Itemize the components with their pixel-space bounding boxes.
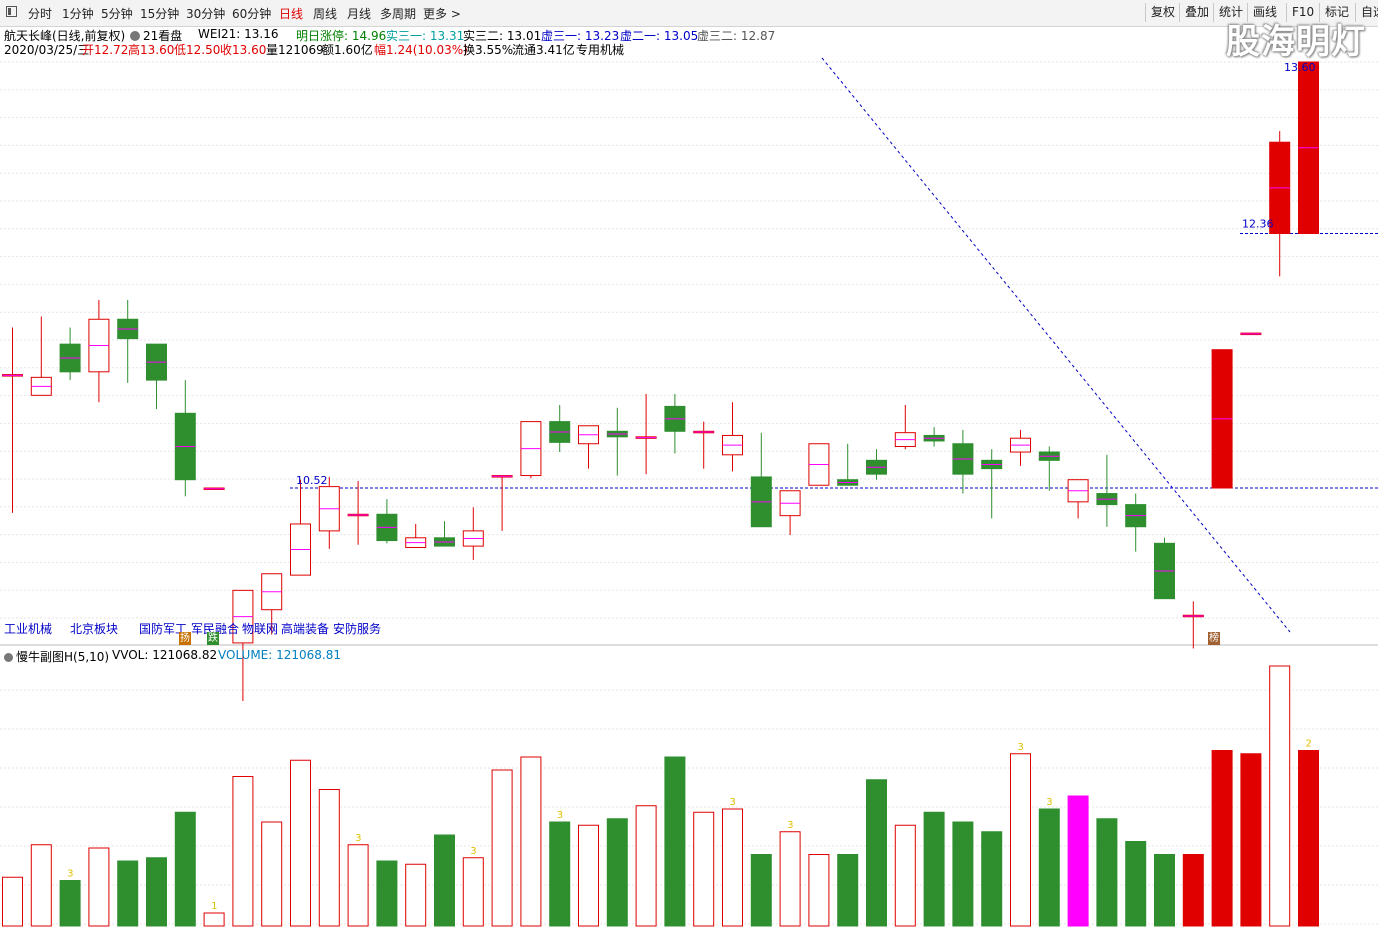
volume-count-label: 3 bbox=[470, 846, 476, 857]
volume-bar bbox=[434, 834, 455, 927]
volume-bar bbox=[635, 805, 657, 927]
volume-bar bbox=[1182, 854, 1204, 927]
sector-link-iot[interactable]: 物联网 bbox=[242, 620, 278, 637]
sub-chart-toggle[interactable]: 慢牛副图H(5,10) bbox=[4, 648, 109, 665]
price-label-mid: 12.36 bbox=[1242, 218, 1274, 231]
volume-bar bbox=[59, 880, 81, 927]
watermark-logo: 股海明灯 bbox=[1226, 22, 1366, 62]
kline-chart[interactable]: 10.5212.3613.603133333332 bbox=[0, 0, 1378, 930]
volume-count-label: 1 bbox=[211, 901, 217, 912]
volume-count-label: 3 bbox=[355, 833, 361, 844]
volume-bar bbox=[174, 811, 196, 927]
sector-link-security[interactable]: 安防服务 bbox=[333, 620, 381, 637]
volume-bar bbox=[520, 756, 542, 927]
volume-bar bbox=[88, 847, 110, 927]
volume-bar bbox=[491, 769, 513, 927]
volume-bar bbox=[146, 857, 167, 927]
volume-count-label: 3 bbox=[67, 869, 73, 880]
volume-bar bbox=[405, 863, 427, 927]
sector-link-beijing[interactable]: 北京板块 bbox=[70, 620, 118, 637]
volume-count-label: 3 bbox=[557, 810, 563, 821]
vvol-value: VVOL: 121068.82 bbox=[112, 648, 218, 662]
event-marker-bang[interactable]: 榜 bbox=[1208, 632, 1220, 645]
volume-bar bbox=[722, 808, 743, 927]
indicator-title: 慢牛副图H(5,10) bbox=[16, 650, 110, 664]
volume-bar bbox=[750, 854, 772, 927]
volume-value: VOLUME: 121068.81 bbox=[218, 648, 341, 662]
volume-count-label: 3 bbox=[787, 820, 793, 831]
volume-bar bbox=[837, 854, 859, 927]
volume-bar bbox=[866, 779, 887, 927]
chevron-down-icon bbox=[4, 653, 13, 662]
volume-bar bbox=[693, 811, 715, 927]
sector-link-industrial[interactable]: 工业机械 bbox=[4, 620, 52, 637]
volume-bar bbox=[261, 821, 283, 927]
volume-bar bbox=[1211, 750, 1233, 927]
volume-bar bbox=[117, 860, 139, 927]
volume-bar bbox=[376, 860, 398, 927]
volume-bar bbox=[347, 844, 369, 927]
volume-bar bbox=[1298, 750, 1319, 927]
volume-count-label: 3 bbox=[1018, 742, 1024, 753]
volume-bar bbox=[981, 831, 1003, 927]
volume-bar bbox=[894, 824, 916, 927]
volume-bar bbox=[1067, 795, 1089, 927]
volume-bar bbox=[578, 824, 599, 927]
volume-bar bbox=[1240, 753, 1262, 927]
event-marker-yang[interactable]: 扬 bbox=[179, 632, 191, 645]
volume-count-label: 3 bbox=[1046, 797, 1052, 808]
volume-bar bbox=[808, 854, 830, 927]
volume-bar bbox=[232, 776, 254, 927]
volume-bar bbox=[2, 876, 23, 927]
price-label-low: 10.52 bbox=[296, 474, 328, 487]
volume-bar bbox=[779, 831, 801, 927]
volume-count-label: 2 bbox=[1306, 739, 1312, 750]
volume-bar bbox=[30, 844, 52, 927]
volume-bar bbox=[462, 857, 484, 927]
volume-bar bbox=[1125, 841, 1147, 927]
volume-count-label: 3 bbox=[730, 797, 736, 808]
volume-bar bbox=[203, 912, 225, 927]
volume-bar bbox=[318, 789, 340, 927]
volume-bar bbox=[549, 821, 571, 927]
volume-bar bbox=[290, 759, 311, 927]
volume-bar bbox=[923, 811, 945, 927]
volume-bar bbox=[606, 818, 628, 927]
volume-bar bbox=[1038, 808, 1060, 927]
event-marker-die[interactable]: 跌 bbox=[207, 632, 219, 645]
volume-bar bbox=[664, 756, 686, 927]
volume-bar bbox=[1154, 854, 1175, 927]
sector-link-high-end[interactable]: 高端装备 bbox=[281, 620, 329, 637]
volume-bar bbox=[1010, 753, 1031, 927]
trend-line bbox=[821, 57, 1291, 633]
volume-bar bbox=[952, 821, 974, 927]
volume-bar bbox=[1269, 665, 1291, 927]
volume-bar bbox=[1096, 818, 1118, 927]
